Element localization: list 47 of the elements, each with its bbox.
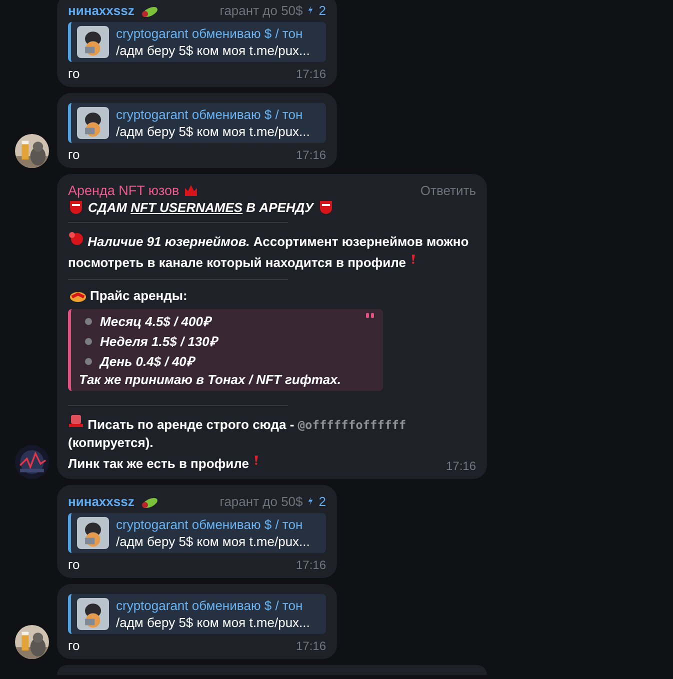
price-note: Так же принимаю в Тонах / NFT гифтах. [79, 372, 342, 387]
sender-tag: гарант до 50$ [220, 2, 303, 18]
badge-icon [68, 230, 84, 246]
quote-icon [365, 313, 375, 321]
message-text: го [68, 638, 80, 653]
quote-title: cryptogarant обменивaю $ / тон [116, 107, 304, 122]
stock-text: Наличие 91 юзернеймов. Ассортимент юзернеймов можно посмотреть в канале который находится в профиле [68, 230, 476, 272]
bullet-icon [85, 318, 92, 324]
quote-title: cryptogarant обменивaю $ / тон [116, 26, 304, 41]
boost-count: 2 [306, 493, 326, 509]
quote-text: /адм беру 5$ ком моя t.me/pux... [116, 43, 310, 58]
reply-quote[interactable]: cryptogarant обменивaю $ / тон /адм беру 5$ ком моя t.me/pux... [68, 513, 326, 553]
channel-name[interactable]: Аренда NFT юзов [68, 182, 180, 198]
price-item: День 0.4$ / 40₽ [100, 353, 194, 370]
message-time: 17:16 [296, 558, 326, 572]
reply-quote[interactable]: cryptogarant обменивaю $ / тон /адм беру 5$ ком моя t.me/pux... [68, 22, 326, 62]
sender-name[interactable]: нинахxssz [68, 2, 134, 18]
bullet-icon [85, 358, 92, 364]
price-item: Месяц 4.5$ / 400₽ [100, 313, 211, 330]
handle-link[interactable]: @offffffoffffff [298, 418, 406, 432]
reply-quote[interactable]: cryptogarant обменивaю $ / тон /адм беру 5$ ком моя t.me/pux... [68, 594, 326, 634]
sender-tag: гарант до 50$ [220, 494, 303, 508]
message-text: го [68, 66, 80, 81]
quote-text: /адм беру 5$ ком моя t.me/pux... [116, 534, 310, 549]
shield-icon [68, 199, 84, 215]
post-heading: СДАМ NFT USERNAMES В АРЕНДУ [88, 200, 314, 214]
reply-link[interactable]: Ответить [420, 182, 476, 198]
stamp-icon [68, 413, 84, 429]
price-title: Прайс аренды: [90, 287, 188, 305]
quote-text: /адм беру 5$ ком моя t.me/pux... [116, 615, 310, 630]
price-item: Неделя 1.5$ / 130₽ [100, 333, 218, 350]
reply-quote[interactable]: cryptogarant обменивaю $ / тон /адм беру 5$ ком моя t.me/pux... [68, 103, 326, 143]
message-time: 17:16 [296, 148, 326, 162]
contact-text: Писать по аренде строго сюда - @offffffoffffff (копируется). [68, 413, 476, 452]
shield-icon [318, 199, 334, 215]
quote-title: cryptogarant обменивaю $ / тон [116, 517, 304, 532]
link-note: Линк так же есть в профиле [68, 452, 263, 473]
message-time: 17:16 [296, 67, 326, 81]
bullet-icon [85, 338, 92, 344]
message-time: 17:16 [296, 639, 326, 653]
message-time: 17:16 [446, 459, 476, 473]
message-text: го [68, 557, 80, 572]
sender-name[interactable]: нинахxssz [68, 494, 134, 508]
quote-title: cryptogarant обменивaю $ / тон [116, 598, 304, 613]
boost-count: 2 [306, 2, 326, 18]
quote-text: /адм беру 5$ ком моя t.me/pux... [116, 124, 310, 139]
message-text: го [68, 147, 80, 162]
